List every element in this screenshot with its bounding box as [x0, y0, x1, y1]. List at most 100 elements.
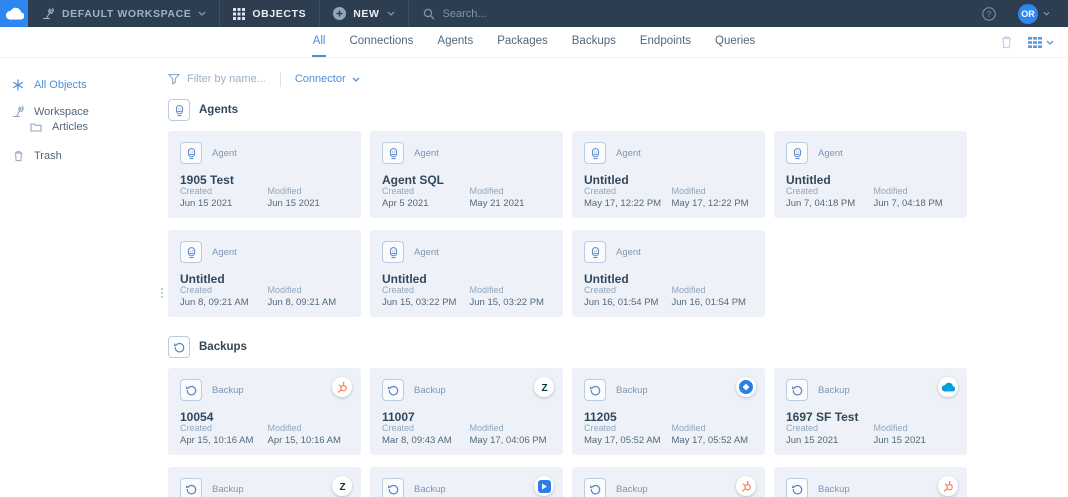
agent-icon [387, 246, 400, 259]
sidebar-item-all-objects[interactable]: All Objects [0, 77, 168, 92]
object-card[interactable]: Backup 11205CreatedMay 17, 05:52 AMModifi… [572, 368, 765, 455]
app-logo[interactable] [0, 0, 28, 27]
backup-icon [185, 483, 198, 496]
card-title: Untitled [180, 272, 349, 286]
sidebar-resize-handle[interactable] [161, 288, 163, 298]
card-type-label: Backup [616, 385, 648, 396]
agent-icon [387, 147, 400, 160]
card-head: Backup [584, 379, 753, 401]
backup-icon [173, 341, 186, 354]
created-label: Created [584, 186, 672, 196]
user-menu[interactable]: OR [1018, 4, 1050, 24]
tab-backups[interactable]: Backups [571, 27, 617, 57]
object-card[interactable]: BackupZ11007CreatedMar 8, 09:43 AMModifi… [370, 368, 563, 455]
object-card[interactable]: Agent1905 TestCreatedJun 15 2021Modified… [168, 131, 361, 218]
created-value: Apr 15, 10:16 AM [180, 435, 268, 446]
card-type-icon-box [584, 241, 606, 263]
modified-label: Modified [874, 423, 962, 433]
created-meta: CreatedJun 15 2021 [786, 423, 874, 446]
agent-icon [589, 246, 602, 259]
filter-bar: Filter by name... Connector [168, 71, 1068, 87]
delete-trash-icon[interactable] [1000, 35, 1013, 49]
backup-icon [185, 384, 198, 397]
modified-value: Apr 15, 10:16 AM [268, 435, 356, 446]
modified-meta: ModifiedMay 17, 05:52 AM [672, 423, 760, 446]
agent-icon [589, 147, 602, 160]
created-label: Created [382, 285, 470, 295]
tab-agents[interactable]: Agents [436, 27, 474, 57]
created-value: Jun 15 2021 [180, 198, 268, 209]
topbar: DEFAULT WORKSPACE OBJECTS NEW Search... … [0, 0, 1068, 27]
connector-badge [736, 377, 756, 397]
object-card[interactable]: BackupZ2333 [168, 467, 361, 497]
card-type-label: Agent [414, 148, 439, 159]
backup-icon [791, 483, 804, 496]
created-value: May 17, 12:22 PM [584, 198, 672, 209]
folder-icon [29, 122, 43, 132]
connector-filter-label: Connector [295, 73, 346, 85]
agent-icon [185, 147, 198, 160]
modified-value: Jun 15 2021 [874, 435, 962, 446]
modified-value: Jun 15, 03:22 PM [470, 297, 558, 308]
tab-packages[interactable]: Packages [496, 27, 549, 57]
funnel-icon [168, 73, 180, 85]
tab-endpoints[interactable]: Endpoints [639, 27, 692, 57]
created-value: Jun 15 2021 [786, 435, 874, 446]
card-type-icon-box [180, 478, 202, 497]
search-icon [423, 8, 435, 20]
connector-filter-dropdown[interactable]: Connector [295, 73, 360, 85]
object-card[interactable]: Backup1697 SF TestCreatedJun 15 2021Modi… [774, 368, 967, 455]
object-card[interactable]: AgentUntitledCreatedJun 8, 09:21 AMModif… [168, 230, 361, 317]
created-value: Jun 15, 03:22 PM [382, 297, 470, 308]
tab-all[interactable]: All [312, 27, 327, 57]
modified-label: Modified [672, 285, 760, 295]
connector-badge [938, 377, 958, 397]
main-content: Filter by name... Connector AgentsAgent1… [168, 58, 1068, 497]
object-card[interactable]: Backup4136 [572, 467, 765, 497]
sections: Agents Agent1905 TestCreatedJun 15 2021Mo… [168, 99, 1068, 497]
card-head: Backup [786, 379, 955, 401]
created-meta: Created Jun 15, 03:22 PM [382, 285, 470, 308]
hubspot-icon [740, 480, 753, 493]
tab-connections[interactable]: Connections [348, 27, 414, 57]
workspace-lamp-icon [11, 105, 25, 118]
object-card[interactable]: AgentUntitledCreatedJun 16, 01:54 PMModi… [572, 230, 765, 317]
card-head: Agent [382, 142, 551, 164]
card-title: Untitled [584, 173, 753, 187]
object-card[interactable]: AgentUntitledCreatedJun 15, 03:22 PMModi… [370, 230, 563, 317]
objects-nav-button[interactable]: OBJECTS [220, 0, 319, 27]
modified-meta: ModifiedJun 8, 09:21 AM [268, 285, 356, 308]
view-switcher[interactable] [1028, 37, 1054, 48]
card-type-label: Agent [616, 247, 641, 258]
new-button[interactable]: NEW [320, 0, 407, 27]
workspace-switcher[interactable]: DEFAULT WORKSPACE [28, 0, 219, 27]
sidebar-item-trash[interactable]: Trash [0, 148, 168, 163]
card-type-icon-box [180, 379, 202, 401]
created-meta: CreatedMay 17, 05:52 AM [584, 423, 672, 446]
card-type-icon-box [584, 478, 606, 497]
created-value: Apr 5 2021 [382, 198, 470, 209]
object-card[interactable]: Backup3699 [370, 467, 563, 497]
modified-value: Jun 15 2021 [268, 198, 356, 209]
section-header-agents: Agents [168, 99, 1068, 121]
card-title: 11205 [584, 410, 753, 424]
object-card[interactable]: Backup4136_1 [774, 467, 967, 497]
created-label: Created [180, 285, 268, 295]
tab-queries[interactable]: Queries [714, 27, 756, 57]
filter-by-name-input[interactable]: Filter by name... [168, 73, 266, 85]
created-label: Created [584, 285, 672, 295]
card-head: Agent [180, 142, 349, 164]
sidebar: All Objects WorkspaceArticles Trash [0, 58, 168, 497]
object-card[interactable]: Backup10054CreatedApr 15, 10:16 AMModifi… [168, 368, 361, 455]
sidebar-item-workspace[interactable]: Workspace [0, 104, 168, 119]
object-card[interactable]: AgentAgent SQLCreatedApr 5 2021ModifiedM… [370, 131, 563, 218]
section-icon-box [168, 99, 190, 121]
modified-label: Modified [268, 423, 356, 433]
help-icon[interactable]: ? [982, 7, 996, 21]
object-card[interactable]: AgentUntitledCreatedJun 7, 04:18 PMModif… [774, 131, 967, 218]
modified-label: Modified [672, 423, 760, 433]
search-input[interactable]: Search... [409, 0, 624, 27]
sidebar-item-articles[interactable]: Articles [0, 119, 168, 134]
object-card[interactable]: AgentUntitledCreatedMay 17, 12:22 PMModi… [572, 131, 765, 218]
card-title: Untitled [584, 272, 753, 286]
